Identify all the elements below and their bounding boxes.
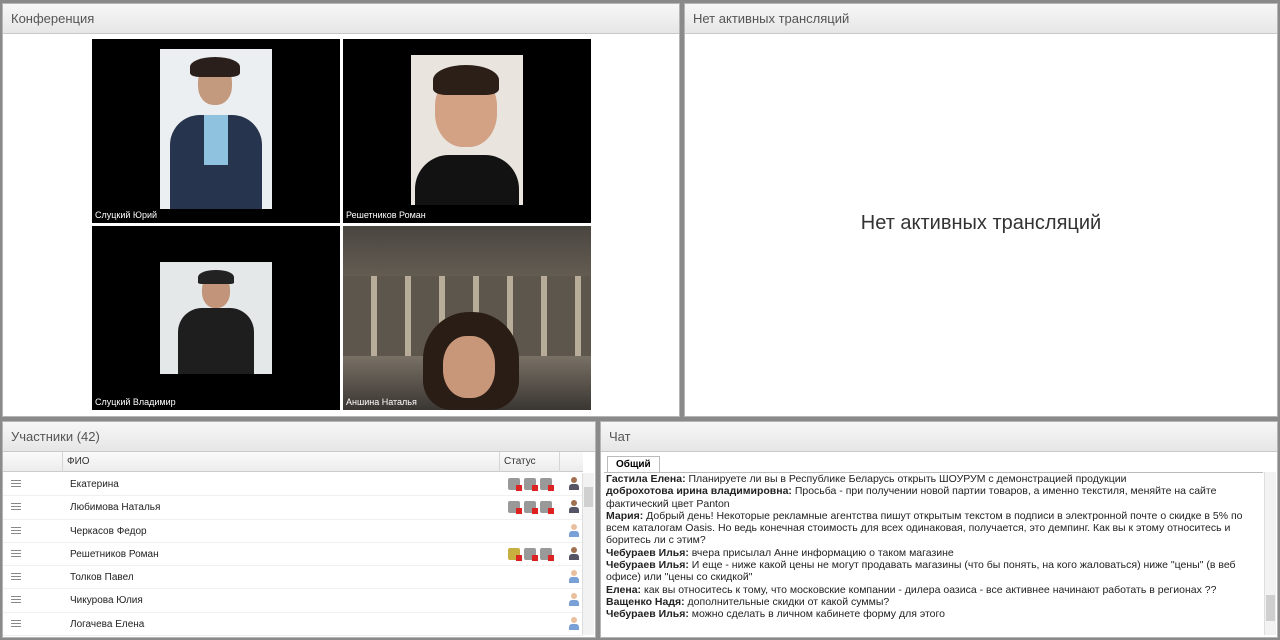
message-author: Ващенко Надя:	[606, 595, 685, 608]
drag-handle-icon[interactable]	[11, 549, 21, 558]
participant-photo	[411, 55, 523, 205]
table-row[interactable]: Любимова Наталья	[3, 496, 583, 520]
no-broadcast-message: Нет активных трансляций	[860, 212, 1102, 234]
video-tile[interactable]: Слуцкий Юрий	[92, 39, 340, 223]
camera-off-icon[interactable]	[524, 501, 538, 515]
message-author: Гастила Елена:	[606, 473, 686, 485]
chat-messages: Гастила Елена: Планируете ли вы в Респуб…	[604, 472, 1263, 635]
participant-name: Черкасов Федор	[70, 525, 147, 537]
chat-scrollbar[interactable]	[1264, 472, 1276, 635]
participants-list: Екатерина Любимова Наталья Черкасов Федо…	[3, 473, 583, 637]
user-icon	[569, 523, 579, 538]
table-row[interactable]: Чикурова Юлия	[3, 589, 583, 613]
user-icon	[569, 570, 579, 584]
video-name-label: Решетников Роман	[346, 210, 426, 220]
participant-photo	[160, 49, 272, 209]
conference-panel: Конференция Слуцкий Юрий Решетников Рома…	[2, 3, 680, 417]
drag-handle-icon[interactable]	[11, 619, 21, 628]
participants-panel: Участники (42) ФИО Статус Екатерина Люби…	[2, 421, 596, 638]
participants-title: Участники (42)	[3, 422, 595, 452]
participant-name: Екатерина	[70, 479, 119, 490]
chat-message: Гастила Елена: Планируете ли вы в Респуб…	[606, 473, 1261, 485]
table-row[interactable]: Екатерина	[3, 473, 583, 497]
user-icon	[569, 593, 579, 607]
participant-name: Чикурова Юлия	[70, 595, 143, 607]
status-icons	[508, 547, 558, 562]
message-author: Чебураев Илья:	[606, 546, 689, 559]
chat-title: Чат	[601, 422, 1277, 452]
broadcast-panel: Нет активных трансляций Нет активных тра…	[684, 3, 1278, 417]
drag-handle-icon[interactable]	[11, 573, 21, 581]
chat-message: Ващенко Надя: дополнительные скидки от к…	[606, 596, 1261, 608]
drag-handle-icon[interactable]	[11, 526, 21, 535]
participants-grid-header: ФИО Статус	[3, 452, 583, 472]
message-text: как вы относитесь к тому, что московские…	[641, 583, 1217, 596]
video-tile[interactable]: Слуцкий Владимир	[92, 226, 340, 410]
message-author: Мария:	[606, 509, 644, 522]
camera-off-icon[interactable]	[524, 478, 538, 491]
handle-column-header	[3, 452, 63, 472]
conference-title: Конференция	[3, 4, 679, 34]
participant-photo	[160, 262, 272, 374]
status-column-header[interactable]: Статус	[500, 452, 560, 472]
chat-message: Чебураев Илья: вчера присылал Анне инфор…	[606, 547, 1261, 559]
chat-panel: Чат Общий Гастила Елена: Планируете ли в…	[600, 421, 1278, 638]
participant-name: Любимова Наталья	[70, 502, 161, 514]
user-icon	[569, 546, 579, 561]
mic-on-icon[interactable]	[508, 547, 522, 561]
status-icons	[508, 501, 558, 515]
participant-name: Толков Павел	[70, 572, 134, 584]
user-icon	[569, 500, 579, 514]
table-row[interactable]: Решетников Роман	[3, 543, 583, 567]
video-name-label: Слуцкий Юрий	[95, 210, 158, 220]
screen-off-icon[interactable]	[540, 501, 554, 515]
user-icon	[569, 477, 579, 491]
chat-message: Елена: как вы относитесь к тому, что мос…	[606, 584, 1261, 596]
broadcast-title: Нет активных трансляций	[685, 4, 1277, 34]
scrollbar-thumb[interactable]	[584, 487, 593, 507]
message-author: Чебураев Илья:	[606, 559, 689, 572]
fio-column-header[interactable]: ФИО	[63, 452, 500, 472]
message-text: Планируете ли вы в Республике Беларусь о…	[685, 473, 1127, 485]
participant-name: Решетников Роман	[70, 548, 159, 560]
participants-scrollbar[interactable]	[582, 473, 594, 635]
mic-off-icon[interactable]	[508, 501, 522, 515]
message-text: Добрый день! Некоторые рекламные агентст…	[606, 509, 1243, 547]
chat-message: Чебураев Илья: можно сделать в личном ка…	[606, 608, 1261, 620]
status-icons	[508, 478, 558, 492]
screen-off-icon[interactable]	[540, 547, 554, 561]
chat-message: Мария: Добрый день! Некоторые рекламные …	[606, 510, 1261, 547]
tab-general[interactable]: Общий	[607, 456, 660, 472]
chat-message: Чебураев Илья: И еще - ниже какой цены н…	[606, 559, 1261, 584]
drag-handle-icon[interactable]	[11, 480, 21, 488]
message-text: И еще - ниже какой цены не могут продава…	[606, 559, 1236, 584]
participant-name: Логачева Елена	[70, 618, 145, 630]
drag-handle-icon[interactable]	[11, 596, 21, 604]
message-author: Елена:	[606, 583, 642, 596]
message-text: можно сделать в личном кабинете форму дл…	[688, 608, 945, 621]
table-row[interactable]: Толков Павел	[3, 566, 583, 590]
chat-message: доброхотова ирина владимировна: Просьба …	[606, 485, 1261, 510]
video-tile[interactable]: Аншина Наталья	[343, 226, 591, 410]
user-icon	[569, 616, 579, 631]
camera-off-icon[interactable]	[524, 547, 538, 561]
message-author: доброхотова ирина владимировна:	[606, 485, 792, 498]
video-name-label: Слуцкий Владимир	[95, 397, 176, 407]
drag-handle-icon[interactable]	[11, 503, 21, 511]
mic-off-icon[interactable]	[508, 478, 522, 491]
video-name-label: Аншина Наталья	[346, 397, 417, 407]
message-text: вчера присылал Анне информацию о таком м…	[688, 546, 954, 559]
message-author: Чебураев Илья:	[606, 608, 689, 621]
video-tile[interactable]: Решетников Роман	[343, 39, 591, 223]
screen-off-icon[interactable]	[540, 478, 554, 491]
table-row[interactable]: Логачева Елена	[3, 613, 583, 637]
scrollbar-thumb[interactable]	[1266, 595, 1275, 621]
table-row[interactable]: Черкасов Федор	[3, 520, 583, 543]
role-column-header	[560, 452, 583, 472]
message-text: дополнительные скидки от какой суммы?	[684, 595, 890, 608]
participant-photo	[343, 226, 591, 410]
